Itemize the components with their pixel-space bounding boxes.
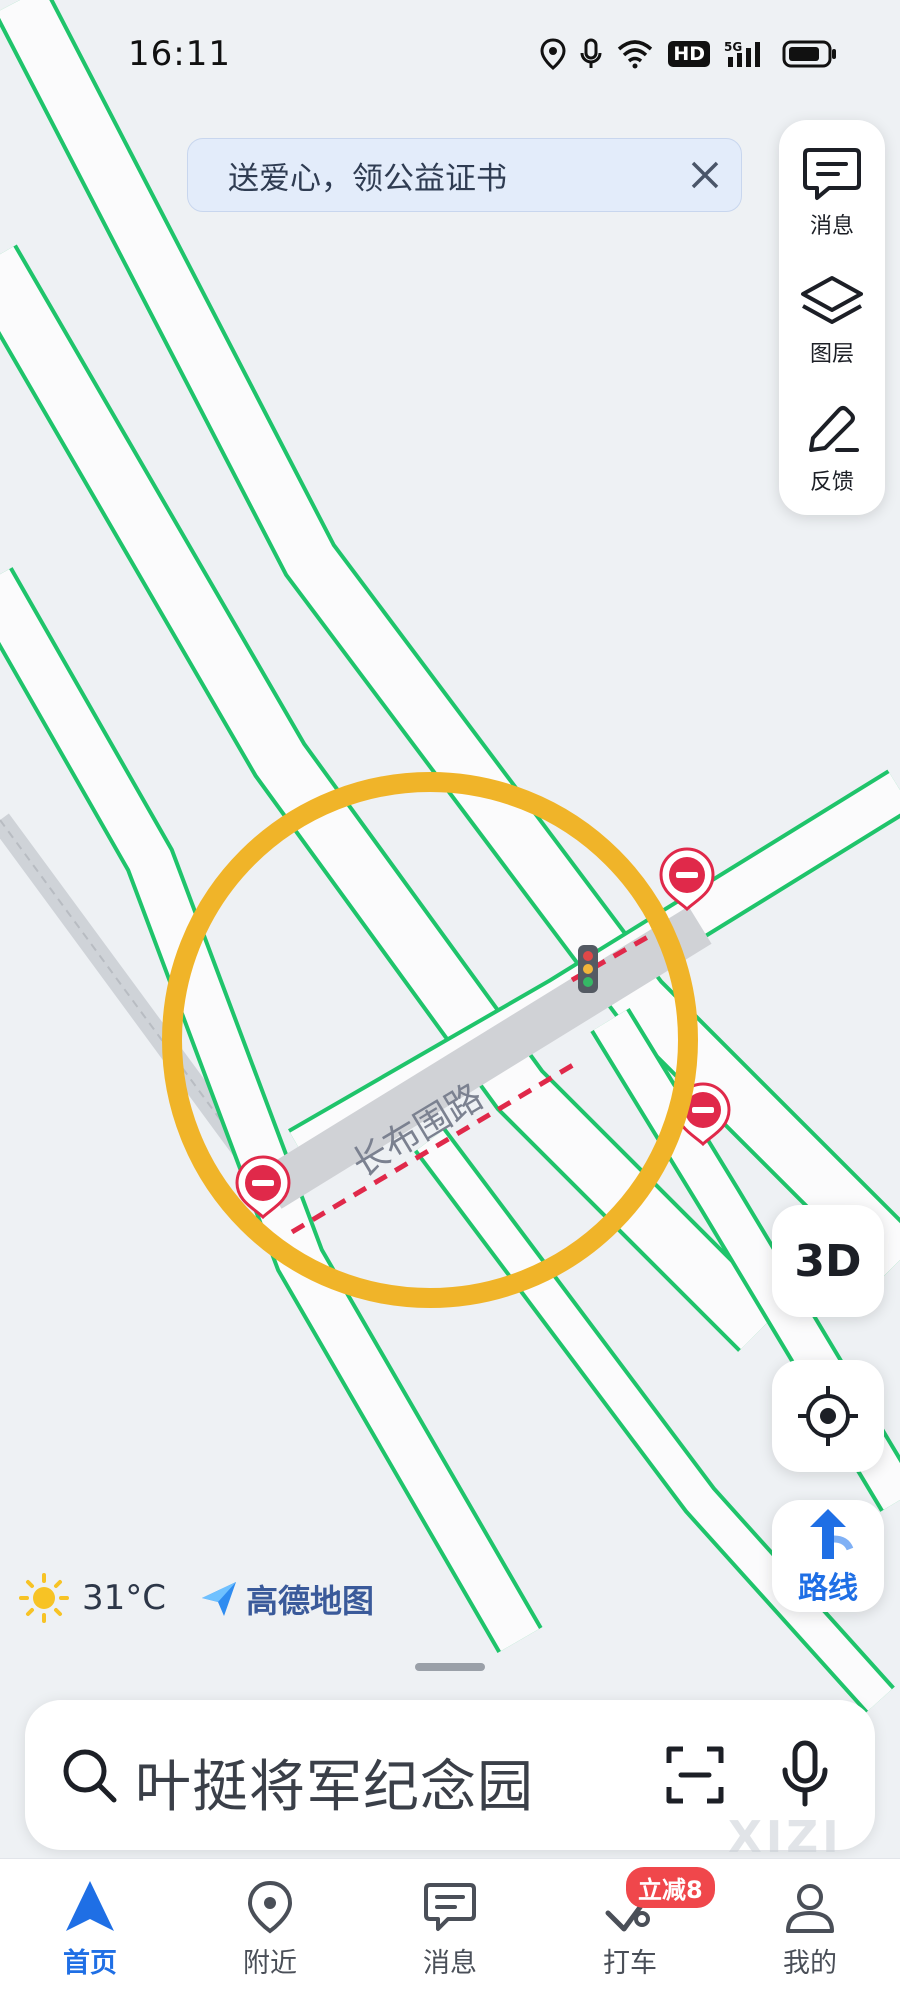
3d-label: 3D bbox=[794, 1235, 862, 1287]
message-icon bbox=[803, 148, 861, 200]
nav-item-home[interactable]: 首页 bbox=[20, 1859, 160, 2001]
message-icon bbox=[424, 1883, 476, 1931]
sun-icon bbox=[19, 1573, 69, 1623]
nav-item-nearby[interactable]: 附近 bbox=[200, 1859, 340, 2001]
location-pin-icon bbox=[247, 1880, 293, 1934]
amap-logo-icon bbox=[202, 1582, 236, 1616]
promo-text: 送爱心，领公益证书 bbox=[228, 160, 507, 197]
person-icon bbox=[786, 1884, 834, 1933]
weather-temperature: 31°C bbox=[82, 1578, 167, 1618]
search-icon bbox=[63, 1749, 117, 1803]
search-input[interactable]: 叶挺将军纪念园 bbox=[135, 1742, 534, 1823]
3d-toggle-button[interactable]: 3D bbox=[772, 1205, 884, 1317]
brand-name: 高德地图 bbox=[246, 1582, 375, 1620]
traffic-light-icon[interactable] bbox=[578, 945, 598, 993]
nav-item-messages[interactable]: 消息 bbox=[380, 1859, 520, 2001]
status-bar: 16:11 HD 5G bbox=[0, 0, 900, 110]
promo-banner[interactable]: 送爱心，领公益证书 bbox=[187, 138, 742, 212]
tool-label: 反馈 bbox=[809, 470, 854, 495]
nav-label: 附近 bbox=[243, 1948, 297, 1979]
cellular-signal-icon: 5G bbox=[724, 40, 760, 67]
weather-widget[interactable]: 31°C bbox=[18, 1572, 166, 1624]
microphone-icon[interactable] bbox=[780, 1740, 830, 1808]
status-icons: HD 5G bbox=[540, 38, 838, 70]
locate-target-icon bbox=[798, 1386, 858, 1446]
route-label: 路线 bbox=[798, 1571, 858, 1606]
watermark: XIZI bbox=[728, 1812, 843, 1863]
discount-badge: 立减8 bbox=[626, 1867, 715, 1908]
nav-item-taxi[interactable]: 打车 立减8 bbox=[560, 1859, 715, 2001]
microphone-icon bbox=[580, 38, 602, 68]
bottom-nav: 首页 附近 消息 打车 立减8 我的 bbox=[0, 1858, 900, 2001]
close-icon[interactable] bbox=[683, 153, 727, 197]
navigation-arrow-icon bbox=[66, 1881, 114, 1931]
nav-label: 消息 bbox=[423, 1948, 477, 1979]
tool-label: 图层 bbox=[809, 342, 854, 367]
battery-icon bbox=[782, 40, 836, 68]
wifi-icon bbox=[618, 40, 653, 69]
scan-icon[interactable] bbox=[665, 1745, 725, 1805]
route-arrow-icon bbox=[810, 1509, 854, 1559]
tool-layers[interactable]: 图层 bbox=[779, 256, 885, 376]
locate-me-button[interactable] bbox=[772, 1360, 884, 1472]
map-tools-panel: 消息 图层 反馈 bbox=[779, 120, 885, 515]
tool-feedback[interactable]: 反馈 bbox=[779, 384, 885, 504]
hd-badge: HD bbox=[668, 41, 710, 67]
status-time: 16:11 bbox=[128, 34, 231, 74]
nav-item-profile[interactable]: 我的 bbox=[740, 1859, 880, 2001]
svg-text:5G: 5G bbox=[724, 40, 742, 54]
route-button[interactable]: 路线 bbox=[772, 1500, 884, 1612]
tool-label: 消息 bbox=[809, 214, 854, 239]
nav-label: 首页 bbox=[63, 1948, 117, 1979]
location-icon bbox=[540, 38, 566, 70]
layers-icon bbox=[801, 276, 863, 324]
nav-label: 打车 bbox=[603, 1948, 657, 1979]
tool-messages[interactable]: 消息 bbox=[779, 128, 885, 248]
drag-handle[interactable] bbox=[415, 1663, 485, 1671]
brand-logo: 高德地图 bbox=[198, 1576, 374, 1622]
feedback-edit-icon bbox=[809, 406, 859, 452]
nav-label: 我的 bbox=[783, 1948, 837, 1979]
